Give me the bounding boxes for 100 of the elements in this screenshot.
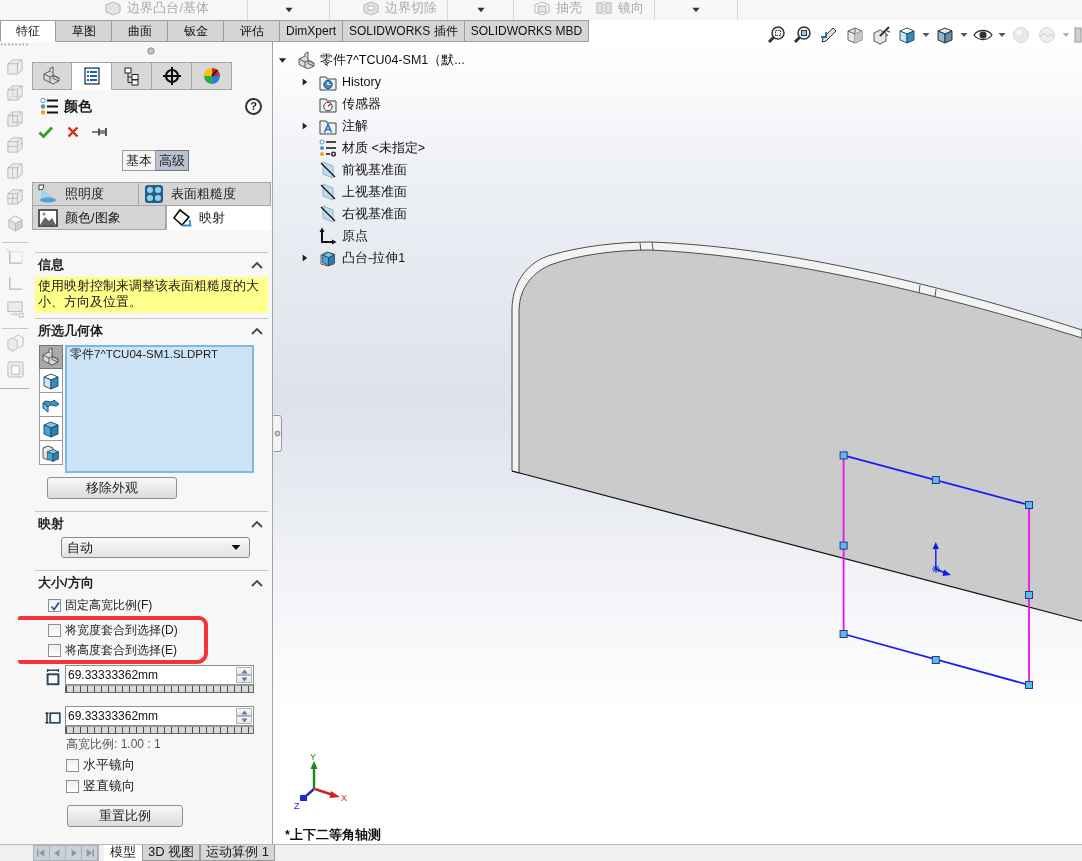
manager-tab[interactable] [152, 62, 192, 90]
annotation-folder-icon [319, 117, 337, 135]
drag-handle[interactable] [1025, 681, 1033, 689]
ribbon-tab[interactable]: DimXpert [280, 20, 343, 42]
section-title: 所选几何体 [38, 323, 103, 339]
mapping-dropdown[interactable]: 自动 [61, 537, 250, 558]
panel-collapse-handle[interactable] [273, 415, 282, 452]
ribbon-tab[interactable]: 钣金 [168, 20, 224, 42]
ribbon-tab[interactable]: 草图 [56, 20, 112, 42]
ribbon-tab[interactable]: SOLIDWORKS 插件 [343, 20, 465, 42]
drag-handle[interactable] [931, 656, 940, 664]
bottom-tab[interactable]: 运动算例 1 [200, 845, 276, 861]
info-message: 使用映射控制来调整该表面粗糙度的大小、方向及位置。 [35, 277, 268, 313]
checkbox[interactable] [48, 643, 61, 657]
drag-handle[interactable] [839, 541, 848, 550]
pin-icon[interactable] [92, 125, 108, 139]
appearance-tab[interactable]: 映射 [166, 206, 271, 230]
filter-button[interactable] [39, 417, 63, 441]
appearance-tab[interactable]: 表面粗糙度 [139, 182, 271, 206]
drag-handle[interactable] [1025, 501, 1033, 509]
checkbox[interactable] [48, 623, 61, 637]
chevron-icon[interactable] [251, 519, 263, 529]
caret-icon[interactable] [300, 121, 309, 131]
view-name: *上下二等角轴测 [285, 828, 381, 843]
section-title: 信息 [38, 257, 64, 273]
appearance-tab[interactable]: 照明度 [32, 182, 139, 206]
mode-toggle-button[interactable]: 基本 [122, 150, 156, 171]
drag-handle[interactable] [1025, 591, 1033, 599]
ribbon-tab[interactable]: 曲面 [112, 20, 168, 42]
thumbwheel[interactable] [65, 726, 254, 734]
mode-toggle-button[interactable]: 高级 [156, 150, 189, 171]
grip-handle-icon[interactable] [146, 47, 155, 55]
tree-item[interactable]: 前视基准面 [342, 162, 407, 178]
move-arrows-icon[interactable] [931, 542, 951, 576]
filter-button[interactable] [39, 369, 63, 393]
bottom-tab[interactable]: 模型 [104, 845, 142, 861]
checkmark-icon [49, 600, 60, 611]
filter-button[interactable] [39, 393, 63, 417]
tree-item[interactable]: 注解 [342, 118, 368, 134]
appearance-tab[interactable]: 颜色/图象 [32, 206, 166, 230]
bottom-tab[interactable]: 3D 视图 [142, 845, 201, 861]
thumbwheel[interactable] [65, 685, 254, 693]
chevron-icon[interactable] [251, 260, 263, 270]
checkbox[interactable] [66, 759, 79, 772]
cube-wand-icon[interactable] [870, 23, 892, 46]
help-button[interactable]: ? [245, 97, 262, 115]
filter-button[interactable] [39, 441, 63, 465]
part-icon [41, 347, 61, 367]
tree-item[interactable]: 材质 <未指定> [342, 140, 426, 156]
ribbon-tab[interactable]: 特征 [0, 20, 56, 42]
remove-button[interactable]: 移除外观 [47, 477, 177, 499]
checkbox-label: 固定高宽比例(F) [65, 598, 153, 613]
zoom-fit-icon[interactable] [766, 23, 788, 46]
axis-label: Y [310, 752, 316, 762]
drag-handle[interactable] [931, 476, 940, 484]
cube-stack-icon [41, 442, 61, 463]
plane-icon [319, 183, 337, 201]
caret-icon[interactable] [691, 5, 701, 14]
ribbon-tab[interactable]: 评估 [224, 20, 280, 42]
checkmark-icon[interactable] [38, 125, 54, 139]
section-title: 大小/方向 [38, 575, 94, 591]
close-icon[interactable] [66, 125, 80, 139]
ribbon-tab[interactable]: SOLIDWORKS MBD [464, 20, 590, 42]
tree-item[interactable]: 上视基准面 [342, 184, 407, 200]
selection-list[interactable]: 零件7^TCU04-SM1.SLDPRT [65, 345, 254, 473]
drag-handle[interactable] [839, 630, 848, 638]
tree-item[interactable]: History [342, 74, 381, 90]
caret-icon[interactable] [283, 5, 294, 14]
tree-item[interactable]: 凸台-拉伸1 [342, 250, 406, 266]
checkbox[interactable] [48, 599, 61, 612]
box-height-icon [45, 668, 61, 686]
caret-icon[interactable] [475, 5, 486, 14]
reset-button[interactable]: 重置比例 [67, 805, 183, 827]
tree-item[interactable]: 传感器 [342, 96, 381, 112]
manager-tab[interactable] [112, 62, 152, 90]
list-item[interactable]: 零件7^TCU04-SM1.SLDPRT [70, 348, 249, 362]
manager-tab[interactable] [72, 62, 112, 90]
cube-icon [41, 370, 61, 391]
caret-icon[interactable] [922, 30, 930, 39]
tree-item[interactable]: 原点 [342, 228, 368, 244]
x-axis-arrow [314, 787, 340, 798]
spotlight-icon [38, 184, 58, 204]
part-icon [297, 51, 315, 69]
caret-icon[interactable] [998, 30, 1006, 39]
checkbox[interactable] [66, 780, 79, 793]
dot-grid-icon [144, 184, 164, 204]
chevron-icon[interactable] [251, 326, 263, 336]
tree-item[interactable]: 右视基准面 [342, 206, 407, 222]
grip-dots-icon[interactable] [0, 43, 29, 46]
material-list-icon [319, 139, 337, 157]
z-axis-arrow [300, 788, 315, 801]
chevron-icon[interactable] [251, 578, 263, 588]
caret-icon[interactable] [300, 77, 309, 87]
caret-icon[interactable] [960, 30, 968, 39]
drag-handle[interactable] [839, 451, 848, 460]
caret-icon[interactable] [300, 253, 309, 263]
filter-button[interactable] [39, 345, 63, 369]
part-icon [42, 66, 62, 86]
caret-icon[interactable] [278, 55, 287, 65]
tree-item[interactable]: 零件7^TCU04-SM1（默... [320, 52, 465, 68]
